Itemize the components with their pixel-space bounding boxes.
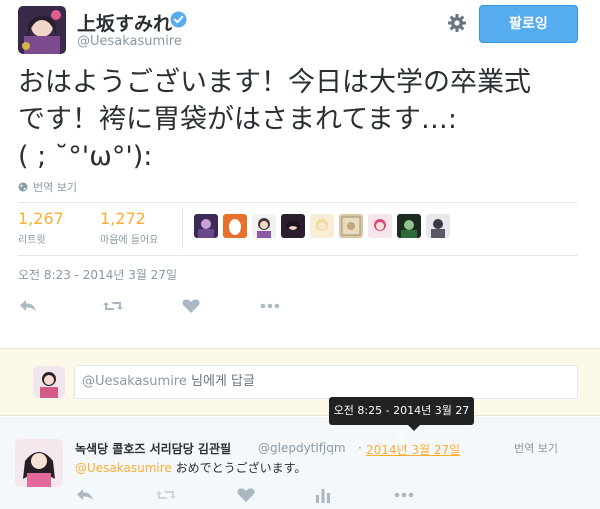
reply-placeholder: 님에게 답글 <box>186 374 255 389</box>
tweet-timestamp: 오전 8:23 - 2014년 3월 27일 <box>18 268 177 282</box>
author-screen-name[interactable]: @Uesakasumire <box>77 34 182 49</box>
retweet-icon[interactable] <box>155 487 177 503</box>
reply-mention: @Uesakasumire <box>82 374 187 389</box>
favoriter-avatar[interactable] <box>426 214 450 238</box>
favorite-stat[interactable]: 1,272 마음에 들어요 <box>100 209 158 246</box>
reply-author-handle[interactable]: @glepdytlfjqm <box>258 441 346 455</box>
separator-dot: · <box>358 441 362 455</box>
reply-author-avatar[interactable] <box>15 439 63 487</box>
heart-icon[interactable] <box>180 298 202 314</box>
reply-text: @Uesakasumire おめでとうございます。 <box>75 459 306 476</box>
reply-author-name[interactable]: 녹색당 콜호즈 서리담당 김관필 <box>75 440 231 457</box>
translate-link[interactable]: 번역 보기 <box>18 179 77 195</box>
retweet-label: 리트윗 <box>18 235 46 246</box>
more-icon[interactable] <box>393 487 415 503</box>
divider <box>18 255 578 256</box>
following-button[interactable]: 팔로잉 <box>479 5 578 43</box>
stat-separator <box>182 207 183 249</box>
favorite-count[interactable]: 1,272 <box>100 209 158 228</box>
timestamp-tooltip: 오전 8:25 - 2014년 3월 27일 <box>329 397 474 445</box>
reply-icon[interactable] <box>18 298 40 314</box>
reply-translate-link[interactable]: 번역 보기 <box>514 440 558 456</box>
more-icon[interactable] <box>259 298 281 314</box>
author-display-name[interactable]: 上坂すみれ <box>77 9 172 36</box>
favoriter-avatar[interactable] <box>252 214 276 238</box>
favoriter-avatar[interactable] <box>281 214 305 238</box>
retweet-count[interactable]: 1,267 <box>18 209 64 228</box>
tooltip-arrow <box>408 425 420 431</box>
favoriter-avatar[interactable] <box>310 214 334 238</box>
heart-icon[interactable] <box>235 487 257 503</box>
tweet-text: おはようございます！今日は大学の卒業式 です！袴に胃袋がはさまれてます…: ( … <box>18 67 531 172</box>
translate-label[interactable]: 번역 보기 <box>33 181 77 194</box>
verified-badge-icon <box>170 11 187 28</box>
favoriter-avatar[interactable] <box>368 214 392 238</box>
retweet-stat[interactable]: 1,267 리트윗 <box>18 209 64 246</box>
analytics-icon[interactable] <box>312 487 334 503</box>
reply-text-mention[interactable]: @Uesakasumire <box>75 461 172 475</box>
favoriter-avatar[interactable] <box>223 214 247 238</box>
retweet-icon[interactable] <box>102 298 124 314</box>
globe-icon <box>18 182 28 192</box>
reply-text-body: おめでとうございます。 <box>171 461 307 475</box>
current-user-avatar <box>33 366 65 398</box>
author-avatar[interactable] <box>18 6 66 54</box>
reply-timestamp-link[interactable]: 2014년 3월 27일 <box>366 441 460 458</box>
favoriter-avatar[interactable] <box>397 214 421 238</box>
favoriter-avatar[interactable] <box>194 214 218 238</box>
reply-input[interactable]: @Uesakasumire 님에게 답글 <box>74 365 578 399</box>
favoriter-avatar[interactable] <box>339 214 363 238</box>
reply-icon[interactable] <box>75 487 97 503</box>
favorite-label: 마음에 들어요 <box>100 235 159 246</box>
gear-icon[interactable] <box>447 13 467 33</box>
divider <box>18 202 578 203</box>
